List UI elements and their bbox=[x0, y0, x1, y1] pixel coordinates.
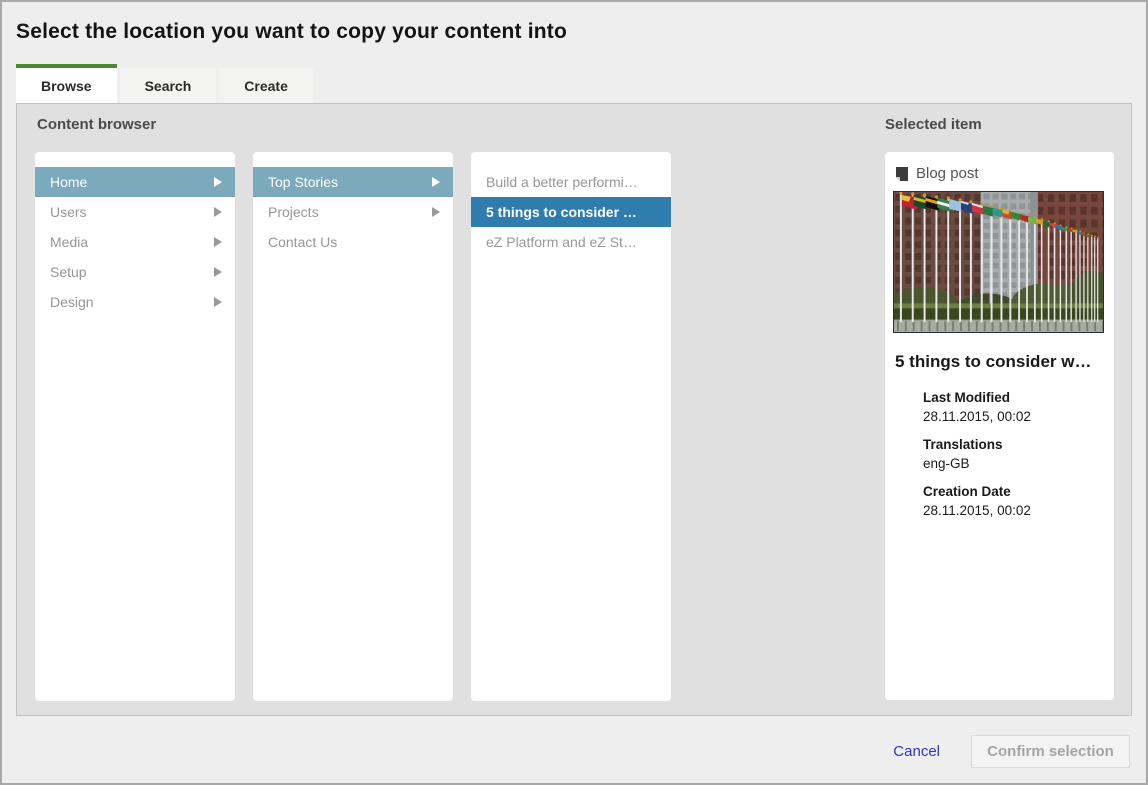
tree-item-label: Users bbox=[50, 204, 87, 220]
dialog-title: Select the location you want to copy you… bbox=[16, 20, 567, 44]
field-label: Translations bbox=[923, 435, 1106, 454]
tree-item-projects[interactable]: Projects bbox=[253, 197, 453, 227]
selected-item-card: Blog post bbox=[885, 152, 1114, 700]
content-browser-heading: Content browser bbox=[37, 116, 156, 133]
selected-item-fields: Last Modified 28.11.2015, 00:02 Translat… bbox=[923, 388, 1106, 520]
browser-column-3: Build a better performi… 5 things to con… bbox=[471, 152, 671, 701]
tab-search[interactable]: Search bbox=[120, 68, 217, 103]
tab-create[interactable]: Create bbox=[219, 68, 313, 103]
selected-item-title: 5 things to consider w… bbox=[895, 352, 1106, 372]
tree-item-users[interactable]: Users bbox=[35, 197, 235, 227]
tree-list: Home Users Media Setup Design bbox=[35, 167, 235, 317]
cancel-button[interactable]: Cancel bbox=[893, 743, 940, 760]
tree-item-label: Contact Us bbox=[268, 234, 337, 250]
field-last-modified: Last Modified 28.11.2015, 00:02 bbox=[923, 388, 1106, 426]
tree-item-home[interactable]: Home bbox=[35, 167, 235, 197]
tree-item-label: Projects bbox=[268, 204, 319, 220]
tree-item-5-things[interactable]: 5 things to consider … bbox=[471, 197, 671, 227]
tree-item-top-stories[interactable]: Top Stories bbox=[253, 167, 453, 197]
tree-item-label: Build a better performi… bbox=[486, 174, 638, 190]
selected-item-heading: Selected item bbox=[885, 116, 982, 133]
tree-item-media[interactable]: Media bbox=[35, 227, 235, 257]
tree-item-label: Design bbox=[50, 294, 94, 310]
document-icon bbox=[895, 166, 909, 182]
tree-item-label: Home bbox=[50, 174, 87, 190]
expand-arrow-icon bbox=[214, 237, 222, 247]
field-value: 28.11.2015, 00:02 bbox=[923, 501, 1106, 520]
expand-arrow-icon bbox=[214, 297, 222, 307]
tab-bar: Browse Search Create bbox=[16, 64, 313, 103]
content-type-label: Blog post bbox=[916, 165, 979, 182]
field-translations: Translations eng-GB bbox=[923, 435, 1106, 473]
content-type-row: Blog post bbox=[893, 160, 1106, 191]
dialog-footer: Cancel Confirm selection bbox=[893, 735, 1130, 768]
expand-arrow-icon bbox=[214, 267, 222, 277]
expand-arrow-icon bbox=[214, 177, 222, 187]
field-label: Creation Date bbox=[923, 482, 1106, 501]
tree-item-label: Setup bbox=[50, 264, 87, 280]
tree-item-setup[interactable]: Setup bbox=[35, 257, 235, 287]
field-creation-date: Creation Date 28.11.2015, 00:02 bbox=[923, 482, 1106, 520]
tree-list: Top Stories Projects Contact Us bbox=[253, 167, 453, 257]
field-value: 28.11.2015, 00:02 bbox=[923, 407, 1106, 426]
tab-browse[interactable]: Browse bbox=[16, 64, 117, 103]
selected-item-thumbnail bbox=[893, 191, 1104, 333]
tree-item-label: 5 things to consider … bbox=[486, 204, 637, 220]
expand-arrow-icon bbox=[432, 177, 440, 187]
expand-arrow-icon bbox=[432, 207, 440, 217]
expand-arrow-icon bbox=[214, 207, 222, 217]
tree-item-label: Media bbox=[50, 234, 88, 250]
tree-item-label: eZ Platform and eZ St… bbox=[486, 234, 637, 250]
tree-item-label: Top Stories bbox=[268, 174, 338, 190]
tree-item-design[interactable]: Design bbox=[35, 287, 235, 317]
field-label: Last Modified bbox=[923, 388, 1106, 407]
browser-column-1: Home Users Media Setup Design bbox=[35, 152, 235, 701]
tree-list: Build a better performi… 5 things to con… bbox=[471, 167, 671, 257]
tree-item-contact-us[interactable]: Contact Us bbox=[253, 227, 453, 257]
confirm-selection-button[interactable]: Confirm selection bbox=[971, 735, 1130, 768]
copy-location-dialog: Select the location you want to copy you… bbox=[0, 0, 1148, 785]
tree-item-build-a-better[interactable]: Build a better performi… bbox=[471, 167, 671, 197]
browser-column-2: Top Stories Projects Contact Us bbox=[253, 152, 453, 701]
tree-item-ez-platform[interactable]: eZ Platform and eZ St… bbox=[471, 227, 671, 257]
field-value: eng-GB bbox=[923, 454, 1106, 473]
content-panel: Content browser Selected item Home Users… bbox=[16, 103, 1132, 716]
